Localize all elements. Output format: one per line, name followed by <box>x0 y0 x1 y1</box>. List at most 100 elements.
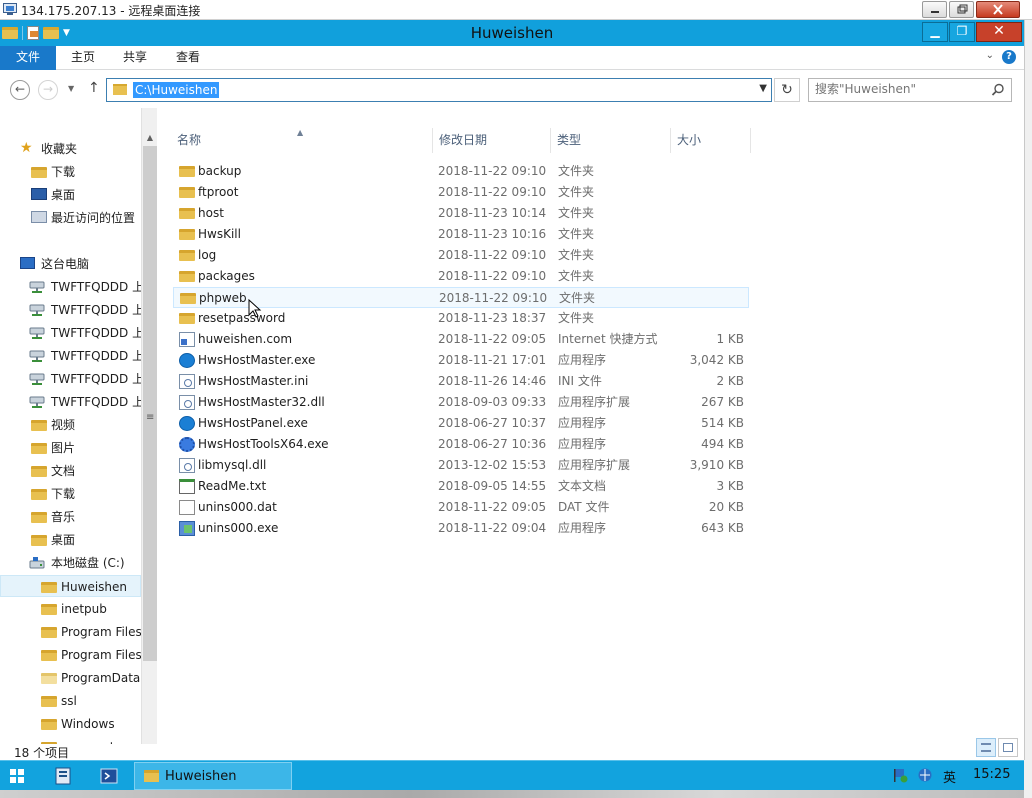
file-date: 2013-12-02 15:53 <box>438 458 547 472</box>
file-row[interactable]: HwsHostMaster.exe 2018-11-21 17:01 应用程序 3,0… <box>173 350 749 371</box>
details-view-button[interactable] <box>976 738 996 757</box>
file-date: 2018-06-27 10:36 <box>438 437 547 451</box>
file-row[interactable]: HwsHostToolsX64.exe 2018-06-27 10:36 应用程序 4… <box>173 434 749 455</box>
file-row[interactable]: HwsHostPanel.exe 2018-06-27 10:37 应用程序 514 … <box>173 413 749 434</box>
rdp-title: 134.175.207.13 - 远程桌面连接 <box>21 4 201 18</box>
scroll-up-icon[interactable]: ▲ <box>142 130 157 146</box>
file-row[interactable]: HwsHostMaster.ini 2018-11-26 14:46 INI 文件 2… <box>173 371 749 392</box>
nav-item-drive[interactable]: TWFTFQDDD 上 <box>0 276 141 298</box>
file-row[interactable]: log 2018-11-22 09:10 文件夹 <box>173 245 749 266</box>
nav-item-downloads-pc[interactable]: 下载 <box>0 483 141 505</box>
file-row[interactable]: ftproot 2018-11-22 09:10 文件夹 <box>173 182 749 203</box>
nav-item-drive[interactable]: TWFTFQDDD 上 <box>0 345 141 367</box>
file-row[interactable]: huweishen.com 2018-11-22 09:05 Internet 快捷… <box>173 329 749 350</box>
close-button[interactable]: ✕ <box>976 22 1022 42</box>
expand-ribbon-icon[interactable]: ⌄ <box>986 50 994 61</box>
column-date[interactable]: 修改日期 <box>433 128 551 153</box>
nav-item-music[interactable]: 音乐 <box>0 506 141 528</box>
properties-icon[interactable] <box>27 26 39 40</box>
nav-item-program-files-x86[interactable]: Program Files <box>0 644 141 666</box>
nav-label: TWFTFQDDD 上 <box>51 395 141 409</box>
nav-item-desktop[interactable]: 桌面 <box>0 184 141 206</box>
taskbar-explorer-window[interactable]: Huweishen <box>134 762 292 790</box>
recent-locations-icon[interactable]: ▼ <box>68 84 74 93</box>
file-name: unins000.exe <box>198 521 279 535</box>
tab-file[interactable]: 文件 <box>0 46 56 70</box>
nav-item-inetpub[interactable]: inetpub <box>0 598 141 620</box>
nav-scrollbar[interactable]: ▲ ≡ ▼ <box>141 108 157 744</box>
start-button[interactable] <box>10 769 24 783</box>
nav-item-pictures[interactable]: 图片 <box>0 437 141 459</box>
tab-view[interactable]: 查看 <box>175 46 201 70</box>
nav-this-pc[interactable]: 这台电脑 <box>0 253 141 275</box>
file-date: 2018-11-22 09:10 <box>438 185 547 199</box>
column-name[interactable]: 名称 <box>171 128 433 153</box>
maximize-button[interactable]: ❐ <box>949 22 975 42</box>
file-row[interactable]: host 2018-11-23 10:14 文件夹 <box>173 203 749 224</box>
rdp-restore-button[interactable] <box>949 1 974 18</box>
column-type[interactable]: 类型 <box>551 128 671 153</box>
scroll-thumb[interactable]: ≡ <box>143 146 157 661</box>
nav-item-drive[interactable]: TWFTFQDDD 上 <box>0 322 141 344</box>
nav-favorites[interactable]: ★ 收藏夹 <box>0 138 141 160</box>
file-row[interactable]: ReadMe.txt 2018-09-05 14:55 文本文档 3 KB <box>173 476 749 497</box>
new-folder-icon[interactable] <box>43 27 59 39</box>
address-path[interactable]: C:\Huweishen <box>133 82 220 98</box>
nav-item-ssl[interactable]: ssl <box>0 690 141 712</box>
nav-item-local-disk[interactable]: 本地磁盘 (C:) <box>0 552 141 574</box>
file-row[interactable]: unins000.exe 2018-11-22 09:04 应用程序 643 KB <box>173 518 749 539</box>
ime-indicator[interactable]: 英 <box>943 767 956 786</box>
file-row[interactable]: backup 2018-11-22 09:10 文件夹 <box>173 161 749 182</box>
tab-home[interactable]: 主页 <box>68 46 98 70</box>
nav-label: Program Files <box>61 648 141 662</box>
address-bar[interactable]: C:\Huweishen ▼ <box>106 78 772 102</box>
up-arrow-icon[interactable]: ↑ <box>88 80 100 96</box>
help-icon[interactable]: ? <box>1002 50 1016 64</box>
nav-item-videos[interactable]: 视频 <box>0 414 141 436</box>
file-row[interactable]: packages 2018-11-22 09:10 文件夹 <box>173 266 749 287</box>
search-input[interactable] <box>815 82 985 96</box>
tab-share[interactable]: 共享 <box>122 46 148 70</box>
dll-file-icon <box>179 458 195 473</box>
refresh-button[interactable]: ↻ <box>774 78 800 102</box>
desktop-folder-icon <box>31 535 47 546</box>
server-manager-button[interactable] <box>44 764 86 788</box>
clock[interactable]: 15:25 <box>973 767 1010 782</box>
file-row[interactable]: HwsKill 2018-11-23 10:16 文件夹 <box>173 224 749 245</box>
rdp-close-button[interactable] <box>976 1 1020 18</box>
nav-item-recent[interactable]: 最近访问的位置 <box>0 207 141 229</box>
file-row[interactable]: libmysql.dll 2013-12-02 15:53 应用程序扩展 3,910 … <box>173 455 749 476</box>
search-box[interactable] <box>808 78 1012 102</box>
nav-item-drive[interactable]: TWFTFQDDD 上 <box>0 299 141 321</box>
nav-item-program-files[interactable]: Program Files <box>0 621 141 643</box>
nav-label: 桌面 <box>51 533 76 547</box>
file-row[interactable]: unins000.dat 2018-11-22 09:05 DAT 文件 20 KB <box>173 497 749 518</box>
nav-item-drive[interactable]: TWFTFQDDD 上 <box>0 368 141 390</box>
nav-item-wwwroot[interactable]: wwwroot <box>0 736 141 744</box>
nav-item-windows[interactable]: Windows <box>0 713 141 735</box>
nav-item-programdata[interactable]: ProgramData <box>0 667 141 689</box>
chevron-down-icon[interactable]: ▼ <box>759 83 767 94</box>
file-row[interactable]: HwsHostMaster32.dll 2018-09-03 09:33 应用程序扩… <box>173 392 749 413</box>
column-size[interactable]: 大小 <box>671 128 751 153</box>
videos-folder-icon <box>31 420 47 431</box>
large-icons-view-button[interactable] <box>998 738 1018 757</box>
forward-button[interactable]: → <box>38 80 58 100</box>
file-name: unins000.dat <box>198 500 277 514</box>
folder-icon <box>179 313 195 324</box>
details-view-icon <box>981 743 991 752</box>
nav-item-huweishen[interactable]: Huweishen <box>0 575 141 597</box>
chevron-down-icon[interactable]: ▼ <box>63 28 70 38</box>
action-center-flag-icon[interactable] <box>892 767 908 783</box>
nav-label: 本地磁盘 (C:) <box>51 556 125 570</box>
back-button[interactable]: ← <box>10 80 30 100</box>
rdp-minimize-button[interactable] <box>922 1 947 18</box>
nav-item-downloads[interactable]: 下载 <box>0 161 141 183</box>
nav-item-documents[interactable]: 文档 <box>0 460 141 482</box>
file-size: 20 KB <box>708 500 744 514</box>
powershell-button[interactable] <box>88 764 130 788</box>
network-icon[interactable] <box>917 767 933 783</box>
minimize-button[interactable]: ▁ <box>922 22 948 42</box>
nav-item-drive[interactable]: TWFTFQDDD 上 <box>0 391 141 413</box>
nav-item-desktop-pc[interactable]: 桌面 <box>0 529 141 551</box>
